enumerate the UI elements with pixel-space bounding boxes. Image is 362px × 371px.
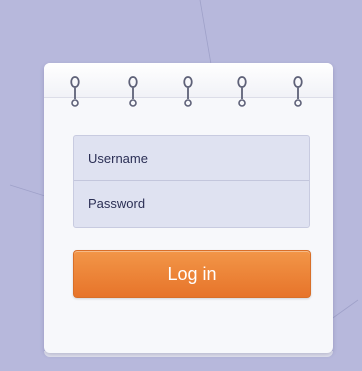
login-button-label: Log in — [167, 263, 217, 284]
username-placeholder: Username — [88, 150, 148, 166]
login-button[interactable]: Log in — [73, 250, 311, 298]
spiral-binding-icon — [70, 76, 80, 107]
password-placeholder: Password — [88, 196, 146, 211]
username-field[interactable]: Username — [74, 136, 309, 181]
spiral-binding-icon — [128, 76, 138, 107]
credentials-fields: Username Password — [73, 135, 310, 228]
spiral-binding-icon — [237, 76, 247, 107]
spiral-binding-icon — [183, 76, 193, 107]
spiral-binding-icon — [293, 76, 303, 107]
login-card: Username Password Log in — [44, 63, 333, 357]
password-field[interactable]: Password — [74, 181, 309, 226]
